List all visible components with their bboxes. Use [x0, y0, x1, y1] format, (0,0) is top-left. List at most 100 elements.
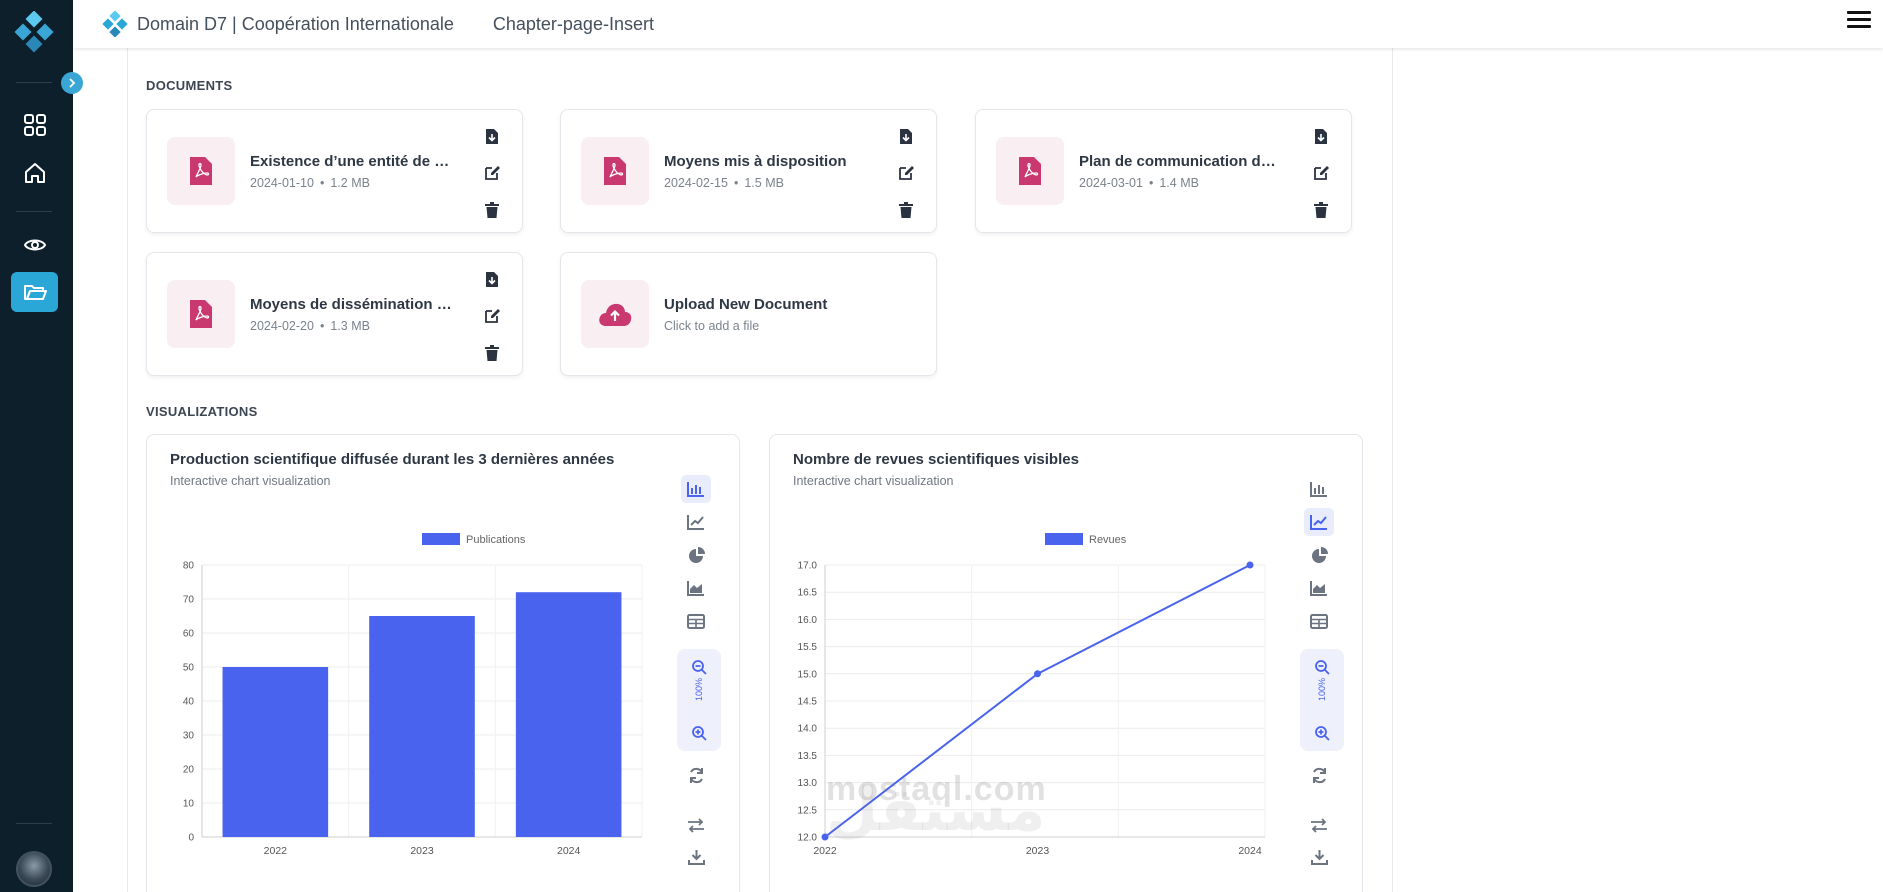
document-name: Moyens mis à disposition — [664, 153, 847, 170]
delete-button[interactable] — [894, 198, 918, 222]
cloud-upload-icon — [581, 280, 649, 348]
meta-separator: • — [733, 176, 739, 190]
swap-axes-button[interactable] — [681, 811, 711, 839]
zoom-in-button[interactable] — [1307, 719, 1337, 747]
edit-icon — [484, 166, 500, 180]
document-actions — [480, 267, 504, 378]
edit-button[interactable] — [480, 161, 504, 185]
trash-icon — [1314, 202, 1328, 218]
bar-chart[interactable]: Publications 0 10 20 30 40 50 60 70 80 2022 2023 202… — [157, 525, 677, 892]
download-button[interactable] — [1309, 124, 1333, 148]
area-chart-icon — [687, 581, 704, 596]
download-icon — [1310, 850, 1328, 865]
document-size: 1.4 MB — [1159, 176, 1199, 190]
document-card[interactable]: Moyens de dissémination d... 2024-02-20 •… — [146, 252, 523, 376]
user-avatar[interactable] — [16, 851, 52, 887]
document-card[interactable]: Plan de communication de l... 2024-03-01… — [975, 109, 1352, 233]
pie-chart-icon — [1311, 546, 1328, 563]
sidebar-divider — [16, 823, 52, 824]
x-tick-label: 2024 — [557, 845, 581, 857]
menu-icon-bar — [1847, 11, 1871, 14]
y-tick-label: 20 — [183, 765, 195, 776]
edit-button[interactable] — [1309, 161, 1333, 185]
bar-chart-button[interactable] — [1304, 475, 1334, 503]
x-tick-label: 2023 — [1026, 845, 1050, 857]
meta-separator: • — [1148, 176, 1154, 190]
zoom-out-icon — [1314, 659, 1330, 675]
zoom-out-button[interactable] — [1307, 653, 1337, 681]
grid-icon — [23, 114, 46, 136]
y-tick-label: 12.5 — [798, 805, 818, 816]
menu-button[interactable] — [1847, 11, 1871, 31]
y-tick-label: 30 — [183, 731, 195, 742]
line-chart-button[interactable] — [681, 508, 711, 536]
document-meta: 2024-01-10 • 1.2 MB — [250, 176, 370, 190]
document-size: 1.5 MB — [744, 176, 784, 190]
document-size: 1.2 MB — [330, 176, 370, 190]
download-chart-button[interactable] — [1304, 843, 1334, 871]
meta-separator: • — [319, 176, 325, 190]
edit-icon — [1313, 166, 1329, 180]
sidebar-item-home[interactable] — [11, 153, 58, 193]
sidebar-item-documents[interactable] — [11, 272, 58, 312]
bar-chart-button[interactable] — [681, 475, 711, 503]
refresh-button[interactable] — [1304, 761, 1334, 789]
document-name: Existence d’une entité de c... — [250, 153, 455, 170]
chevron-right-icon — [69, 78, 76, 88]
upload-title: Upload New Document — [664, 296, 828, 313]
legend-swatch — [1045, 533, 1083, 545]
document-card[interactable]: Existence d’une entité de c... 2024-01-1… — [146, 109, 523, 233]
y-tick-label: 13.0 — [798, 778, 818, 789]
delete-button[interactable] — [480, 341, 504, 365]
refresh-button[interactable] — [681, 761, 711, 789]
table-view-button[interactable] — [1304, 607, 1334, 635]
x-tick-label: 2022 — [264, 845, 288, 857]
table-view-button[interactable] — [681, 607, 711, 635]
download-button[interactable] — [480, 124, 504, 148]
table-icon — [1310, 613, 1328, 629]
y-tick-label: 40 — [183, 697, 195, 708]
edit-button[interactable] — [894, 161, 918, 185]
zoom-out-icon — [691, 659, 707, 675]
sidebar — [0, 0, 73, 892]
zoom-controls: 100% — [677, 649, 721, 751]
y-tick-label: 17.0 — [798, 561, 818, 572]
pie-chart-button[interactable] — [1304, 541, 1334, 569]
edit-button[interactable] — [480, 304, 504, 328]
y-tick-label: 70 — [183, 595, 195, 606]
sidebar-item-view[interactable] — [11, 225, 58, 265]
pie-chart-button[interactable] — [681, 541, 711, 569]
area-chart-button[interactable] — [681, 574, 711, 602]
pdf-file-icon — [996, 137, 1064, 205]
eye-icon — [23, 239, 46, 251]
line-chart-button[interactable] — [1304, 508, 1334, 536]
zoom-in-button[interactable] — [684, 719, 714, 747]
swap-axes-button[interactable] — [1304, 811, 1334, 839]
y-tick-label: 50 — [183, 663, 195, 674]
area-chart-button[interactable] — [1304, 574, 1334, 602]
refresh-icon — [689, 767, 703, 783]
documents-section-title: DOCUMENTS — [146, 78, 233, 93]
document-date: 2024-03-01 — [1079, 176, 1143, 190]
legend-label: Publications — [466, 534, 526, 546]
pdf-file-icon — [581, 137, 649, 205]
zoom-level: 100% — [694, 677, 704, 701]
document-date: 2024-02-15 — [664, 176, 728, 190]
breadcrumb-chapter[interactable]: Chapter-page-Insert — [493, 14, 654, 35]
document-card[interactable]: Moyens mis à disposition 2024-02-15 • 1.5 … — [560, 109, 937, 233]
download-button[interactable] — [480, 267, 504, 291]
zoom-out-button[interactable] — [684, 653, 714, 681]
page-title: Domain D7 | Coopération Internationale — [137, 13, 454, 34]
app-logo-icon[interactable] — [13, 11, 55, 53]
delete-button[interactable] — [480, 198, 504, 222]
watermark-text: mostaql.com — [826, 770, 1047, 808]
sidebar-item-dashboard[interactable] — [11, 105, 58, 145]
line-chart-icon — [1310, 515, 1327, 530]
delete-button[interactable] — [1309, 198, 1333, 222]
download-button[interactable] — [894, 124, 918, 148]
swap-icon — [1311, 817, 1327, 833]
upload-document-card[interactable]: Upload New Document Click to add a file — [560, 252, 937, 376]
download-chart-button[interactable] — [681, 843, 711, 871]
y-tick-label: 15.5 — [798, 642, 818, 653]
sidebar-expand-button[interactable] — [61, 72, 83, 94]
